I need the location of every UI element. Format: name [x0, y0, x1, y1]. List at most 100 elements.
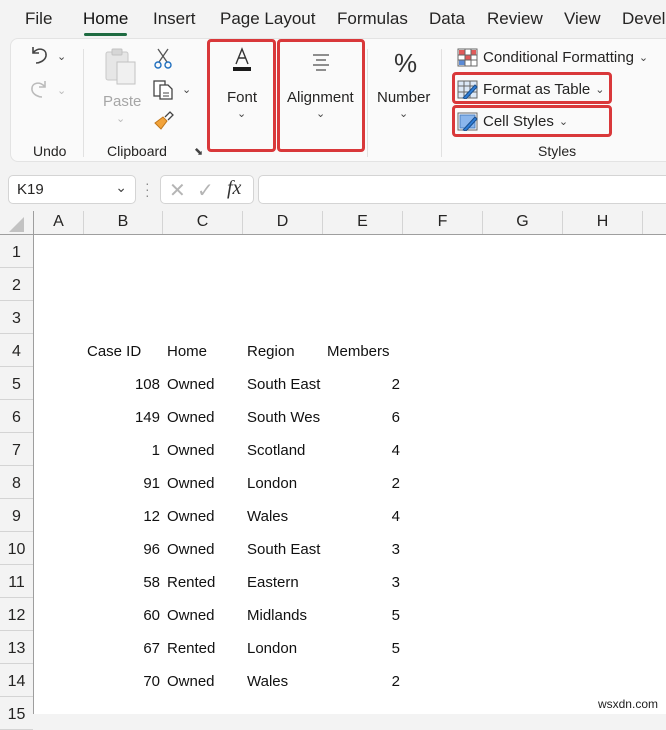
table-cell[interactable]: 96 — [84, 532, 163, 565]
table-cell[interactable]: 2 — [323, 466, 403, 499]
redo-dropdown-icon[interactable]: ⌄ — [57, 84, 66, 97]
table-cell[interactable]: 5 — [323, 598, 403, 631]
paste-dropdown-icon[interactable]: ⌄ — [116, 112, 125, 125]
table-cell[interactable]: Owned — [163, 433, 243, 466]
table-cell[interactable]: 2 — [323, 367, 403, 400]
table-cell[interactable]: Scotland — [243, 433, 323, 466]
row-header-10[interactable]: 10 — [0, 532, 33, 565]
table-cell[interactable]: 2 — [323, 664, 403, 697]
column-header-f[interactable]: F — [403, 211, 483, 234]
row-header-5[interactable]: 5 — [0, 367, 33, 400]
table-cell[interactable]: Owned — [163, 400, 243, 433]
table-cell[interactable]: 1 — [84, 433, 163, 466]
clipboard-launcher-icon[interactable]: ⬊ — [194, 145, 203, 158]
column-header-a[interactable]: A — [34, 211, 84, 234]
row-header-1[interactable]: 1 — [0, 235, 33, 268]
table-cell[interactable]: London — [243, 466, 323, 499]
table-cell[interactable]: Wales — [243, 499, 323, 532]
tab-formulas[interactable]: Formulas — [337, 9, 408, 29]
formula-input[interactable] — [258, 175, 666, 204]
row-header-11[interactable]: 11 — [0, 565, 33, 598]
column-header-e[interactable]: E — [323, 211, 403, 234]
table-cell[interactable]: 67 — [84, 631, 163, 664]
table-cell[interactable]: London — [243, 631, 323, 664]
table-cell[interactable]: South East — [243, 532, 323, 565]
scissors-icon — [154, 48, 172, 69]
chevron-down-icon[interactable]: ⌄ — [115, 179, 127, 196]
table-cell[interactable]: Owned — [163, 499, 243, 532]
tab-developer[interactable]: Devel — [622, 9, 665, 29]
worksheet-grid[interactable]: Case ID Home Region Members 108 Owned South Ea… — [34, 235, 666, 714]
table-cell[interactable]: 70 — [84, 664, 163, 697]
table-header-cell[interactable]: Members — [323, 334, 403, 367]
table-cell[interactable]: 108 — [84, 367, 163, 400]
conditional-formatting-button[interactable]: Conditional Formatting ⌄ — [457, 48, 648, 67]
table-cell[interactable]: 60 — [84, 598, 163, 631]
select-all-button[interactable] — [0, 211, 34, 234]
enter-icon[interactable]: ✓ — [197, 178, 214, 203]
column-header-h[interactable]: H — [563, 211, 643, 234]
table-cell[interactable]: South Wes — [243, 400, 323, 433]
redo-button[interactable] — [27, 77, 51, 106]
table-cell[interactable]: 4 — [323, 499, 403, 532]
cancel-icon[interactable]: ✕ — [169, 178, 186, 203]
copy-dropdown-icon[interactable]: ⌄ — [182, 83, 191, 96]
insert-function-icon[interactable]: fx — [227, 177, 241, 200]
table-cell[interactable]: Rented — [163, 631, 243, 664]
table-cell[interactable]: 5 — [323, 631, 403, 664]
table-cell[interactable]: Owned — [163, 466, 243, 499]
table-cell[interactable]: Owned — [163, 367, 243, 400]
tab-view[interactable]: View — [564, 9, 601, 29]
column-header-g[interactable]: G — [483, 211, 563, 234]
table-cell[interactable]: Owned — [163, 664, 243, 697]
row-header-3[interactable]: 3 — [0, 301, 33, 334]
column-header-c[interactable]: C — [163, 211, 243, 234]
tab-insert[interactable]: Insert — [153, 9, 196, 29]
table-cell[interactable]: Owned — [163, 532, 243, 565]
row-header-4[interactable]: 4 — [0, 334, 33, 367]
row-header-9[interactable]: 9 — [0, 499, 33, 532]
table-cell[interactable]: Wales — [243, 664, 323, 697]
undo-dropdown-icon[interactable]: ⌄ — [57, 50, 66, 63]
table-header-cell[interactable]: Case ID — [84, 334, 163, 367]
format-as-table-button[interactable]: Format as Table ⌄ — [457, 80, 605, 100]
tab-page-layout[interactable]: Page Layout — [220, 9, 315, 29]
table-cell[interactable]: 149 — [84, 400, 163, 433]
table-cell[interactable]: 58 — [84, 565, 163, 598]
column-header-b[interactable]: B — [84, 211, 163, 234]
table-cell[interactable]: Midlands — [243, 598, 323, 631]
table-cell[interactable]: Eastern — [243, 565, 323, 598]
paste-button[interactable] — [103, 47, 139, 90]
table-cell[interactable]: Owned — [163, 598, 243, 631]
table-cell[interactable]: Rented — [163, 565, 243, 598]
percent-icon: % — [394, 48, 418, 78]
tab-home[interactable]: Home — [83, 9, 128, 36]
row-header-6[interactable]: 6 — [0, 400, 33, 433]
row-header-2[interactable]: 2 — [0, 268, 33, 301]
format-painter-button[interactable] — [153, 109, 175, 136]
table-cell[interactable]: South East — [243, 367, 323, 400]
table-header-cell[interactable]: Region — [243, 334, 323, 367]
table-cell[interactable]: 3 — [323, 565, 403, 598]
column-header-d[interactable]: D — [243, 211, 323, 234]
copy-button[interactable] — [152, 79, 174, 106]
row-header-8[interactable]: 8 — [0, 466, 33, 499]
tab-review[interactable]: Review — [487, 9, 543, 29]
undo-button[interactable] — [27, 43, 51, 72]
table-cell[interactable]: 91 — [84, 466, 163, 499]
table-cell[interactable]: 6 — [323, 400, 403, 433]
tab-data[interactable]: Data — [429, 9, 465, 29]
tab-file[interactable]: File — [25, 9, 52, 29]
cut-button[interactable] — [154, 47, 172, 74]
table-cell[interactable]: 12 — [84, 499, 163, 532]
row-header-7[interactable]: 7 — [0, 433, 33, 466]
row-header-12[interactable]: 12 — [0, 598, 33, 631]
drag-handle-icon[interactable]: · · · — [145, 176, 150, 202]
row-header-13[interactable]: 13 — [0, 631, 33, 664]
row-header-14[interactable]: 14 — [0, 664, 33, 697]
cell-styles-button[interactable]: Cell Styles ⌄ — [457, 112, 568, 132]
table-header-cell[interactable]: Home — [163, 334, 243, 367]
name-box[interactable]: K19 ⌄ — [8, 175, 136, 204]
table-cell[interactable]: 4 — [323, 433, 403, 466]
table-cell[interactable]: 3 — [323, 532, 403, 565]
